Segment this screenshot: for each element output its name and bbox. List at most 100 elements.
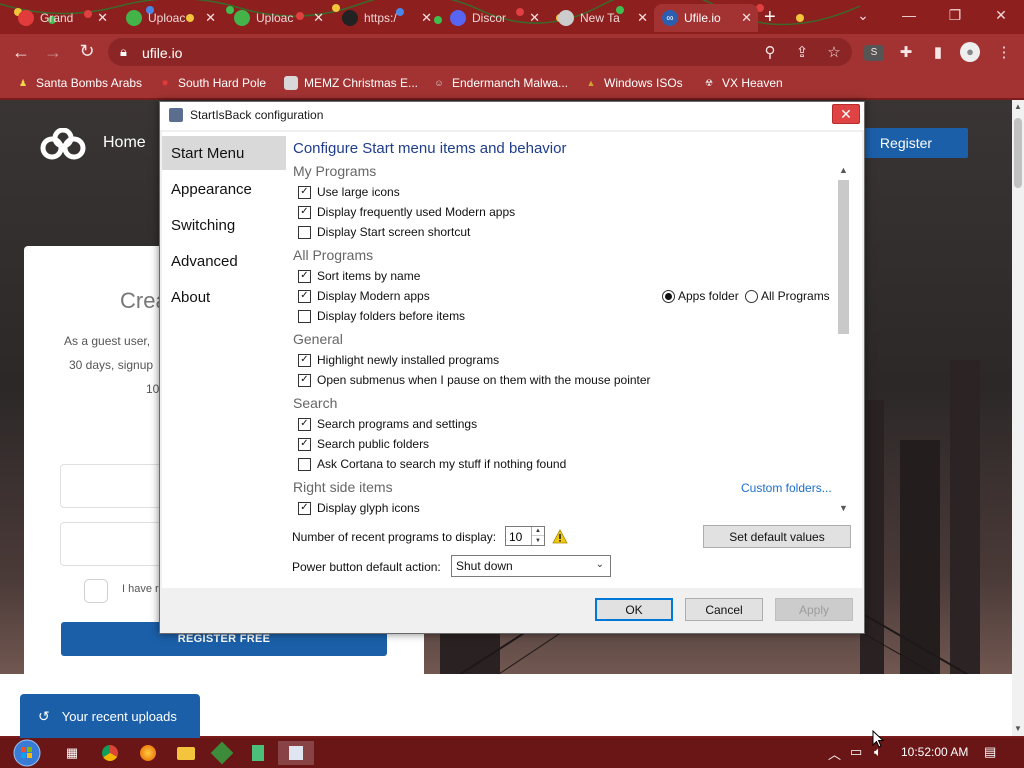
chrome-taskbar-icon[interactable] [98, 741, 122, 765]
browser-tab[interactable]: Grand ✕ [10, 4, 114, 32]
checkbox-checked[interactable]: ✓ [298, 437, 311, 451]
address-bar[interactable] [108, 38, 852, 66]
option-checkbox[interactable]: ✓ Highlight newly installed programs [298, 353, 499, 367]
nav-start-menu[interactable]: Start Menu [162, 136, 286, 170]
app-taskbar-icon[interactable] [210, 741, 234, 765]
option-checkbox[interactable]: ✓ Search public folders [298, 437, 429, 451]
option-checkbox[interactable]: ✓ Use large icons [298, 185, 400, 199]
start-orb-icon[interactable] [10, 738, 44, 768]
tab-close-icon[interactable]: ✕ [421, 10, 432, 26]
dialog-titlebar[interactable]: StartIsBack configuration ✕ [160, 102, 864, 130]
menu-kebab-icon[interactable]: ⋮ [994, 43, 1014, 61]
lock-icon[interactable]: 🔒︎ [120, 44, 127, 60]
page-scrollbar-thumb[interactable] [1014, 118, 1022, 188]
tab-close-icon[interactable]: ✕ [205, 10, 216, 26]
nav-switching[interactable]: Switching [162, 208, 286, 242]
option-checkbox[interactable]: ✓ Sort items by name [298, 269, 420, 283]
checkbox-checked[interactable]: ✓ [298, 289, 311, 303]
scroll-down-icon[interactable]: ▼ [838, 503, 849, 513]
radio-all-programs[interactable]: All Programs [745, 289, 830, 303]
stepper-down-icon[interactable]: ▼ [532, 536, 544, 545]
scroll-down-icon[interactable]: ▼ [1013, 724, 1023, 733]
option-checkbox[interactable]: ✓ Display glyph icons [298, 501, 420, 515]
recent-programs-stepper[interactable]: 10 ▲ ▼ [505, 526, 545, 546]
restore-icon[interactable]: ❐ [932, 0, 978, 30]
cancel-button[interactable]: Cancel [685, 598, 763, 621]
extensions-puzzle-icon[interactable]: ✚ [896, 43, 916, 61]
firefox-taskbar-icon[interactable] [136, 741, 160, 765]
ufile-logo-icon[interactable] [40, 128, 86, 162]
notifications-icon[interactable]: ▤ [984, 744, 996, 760]
terms-checkbox[interactable] [84, 579, 108, 603]
option-checkbox[interactable]: Ask Cortana to search my stuff if nothin… [298, 457, 566, 471]
app-taskbar-icon[interactable] [246, 741, 270, 765]
power-action-select[interactable]: Shut down ⌄ [451, 555, 611, 577]
nav-advanced[interactable]: Advanced [162, 244, 286, 278]
bookmark-item[interactable]: ☺ Endermanch Malwa... [432, 76, 568, 90]
radio-apps-folder[interactable]: Apps folder [662, 289, 739, 303]
stepper-up-icon[interactable]: ▲ [532, 527, 544, 536]
task-view-icon[interactable]: ▦ [60, 741, 84, 765]
bookmark-item[interactable]: ✹ South Hard Pole [158, 76, 266, 90]
bookmark-item[interactable]: ♟ Santa Bombs Arabs [16, 76, 142, 90]
ok-button[interactable]: OK [595, 598, 673, 621]
nav-appearance[interactable]: Appearance [162, 172, 286, 206]
apply-button[interactable]: Apply [775, 598, 853, 621]
tab-close-icon[interactable]: ✕ [529, 10, 540, 26]
options-scrollbar[interactable]: ▲ ▼ [835, 161, 852, 517]
option-checkbox[interactable]: ✓ Open submenus when I pause on them with… [298, 373, 651, 387]
checkbox-unchecked[interactable] [298, 309, 311, 323]
checkbox-unchecked[interactable] [298, 457, 311, 471]
option-checkbox[interactable]: ✓ Display frequently used Modern apps [298, 205, 515, 219]
tab-close-icon[interactable]: ✕ [637, 10, 648, 26]
option-checkbox[interactable]: ✓ Search programs and settings [298, 417, 477, 431]
close-window-icon[interactable]: ✕ [978, 0, 1024, 30]
url-text[interactable]: ufile.io [142, 45, 182, 61]
browser-tab-active[interactable]: ∞ Ufile.io ✕ [654, 4, 758, 32]
share-icon[interactable]: ⇪ [792, 43, 812, 61]
side-panel-icon[interactable]: ▮ [928, 43, 948, 61]
password-field[interactable] [60, 522, 170, 566]
nav-home-link[interactable]: Home [103, 134, 146, 152]
set-default-values-button[interactable]: Set default values [703, 525, 851, 548]
checkbox-checked[interactable]: ✓ [298, 353, 311, 367]
search-icon[interactable]: ⚲ [760, 43, 780, 61]
bookmark-item[interactable]: ☢ VX Heaven [702, 76, 783, 90]
show-hidden-icons-icon[interactable]: ︿ [828, 744, 841, 763]
tab-close-icon[interactable]: ✕ [313, 10, 324, 26]
browser-tab[interactable]: New Ta ✕ [550, 4, 654, 32]
custom-folders-link[interactable]: Custom folders... [741, 481, 832, 495]
scroll-up-icon[interactable]: ▲ [838, 165, 849, 175]
email-field[interactable] [60, 464, 170, 508]
checkbox-checked[interactable]: ✓ [298, 205, 311, 219]
network-icon[interactable]: ▭ [850, 744, 862, 760]
tab-close-icon[interactable]: ✕ [741, 10, 752, 26]
option-checkbox[interactable]: Display folders before items [298, 309, 465, 323]
checkbox-unchecked[interactable] [298, 225, 311, 239]
recent-uploads-button[interactable]: ↺ Your recent uploads [20, 694, 200, 738]
startisback-taskbar-icon[interactable] [278, 741, 314, 765]
file-explorer-icon[interactable] [174, 741, 198, 765]
checkbox-checked[interactable]: ✓ [298, 185, 311, 199]
taskbar-clock[interactable]: 10:52:00 AM [901, 745, 968, 759]
tab-close-icon[interactable]: ✕ [97, 10, 108, 26]
options-scrollbar-thumb[interactable] [838, 180, 849, 334]
checkbox-checked[interactable]: ✓ [298, 417, 311, 431]
bookmark-star-icon[interactable]: ☆ [824, 43, 844, 61]
browser-tab[interactable]: Uploac ✕ [226, 4, 330, 32]
minimize-icon[interactable]: — [886, 0, 932, 30]
browser-tab[interactable]: Uploac ✕ [118, 4, 222, 32]
back-icon[interactable]: ← [10, 42, 32, 63]
avatar[interactable]: ● [960, 42, 980, 62]
checkbox-checked[interactable]: ✓ [298, 501, 311, 515]
recent-programs-value[interactable]: 10 [509, 530, 522, 544]
browser-tab[interactable]: https:/ ✕ [334, 4, 438, 32]
forward-icon[interactable]: → [42, 42, 64, 63]
browser-tab[interactable]: Discor ✕ [442, 4, 546, 32]
radio-unselected[interactable] [745, 289, 758, 303]
scroll-up-icon[interactable]: ▲ [1013, 102, 1023, 111]
bookmark-item[interactable]: ▲ Windows ISOs [584, 76, 683, 90]
page-scrollbar[interactable] [1012, 100, 1024, 736]
profile-extension-icon[interactable]: S [864, 45, 884, 61]
new-tab-icon[interactable]: + [764, 6, 776, 29]
